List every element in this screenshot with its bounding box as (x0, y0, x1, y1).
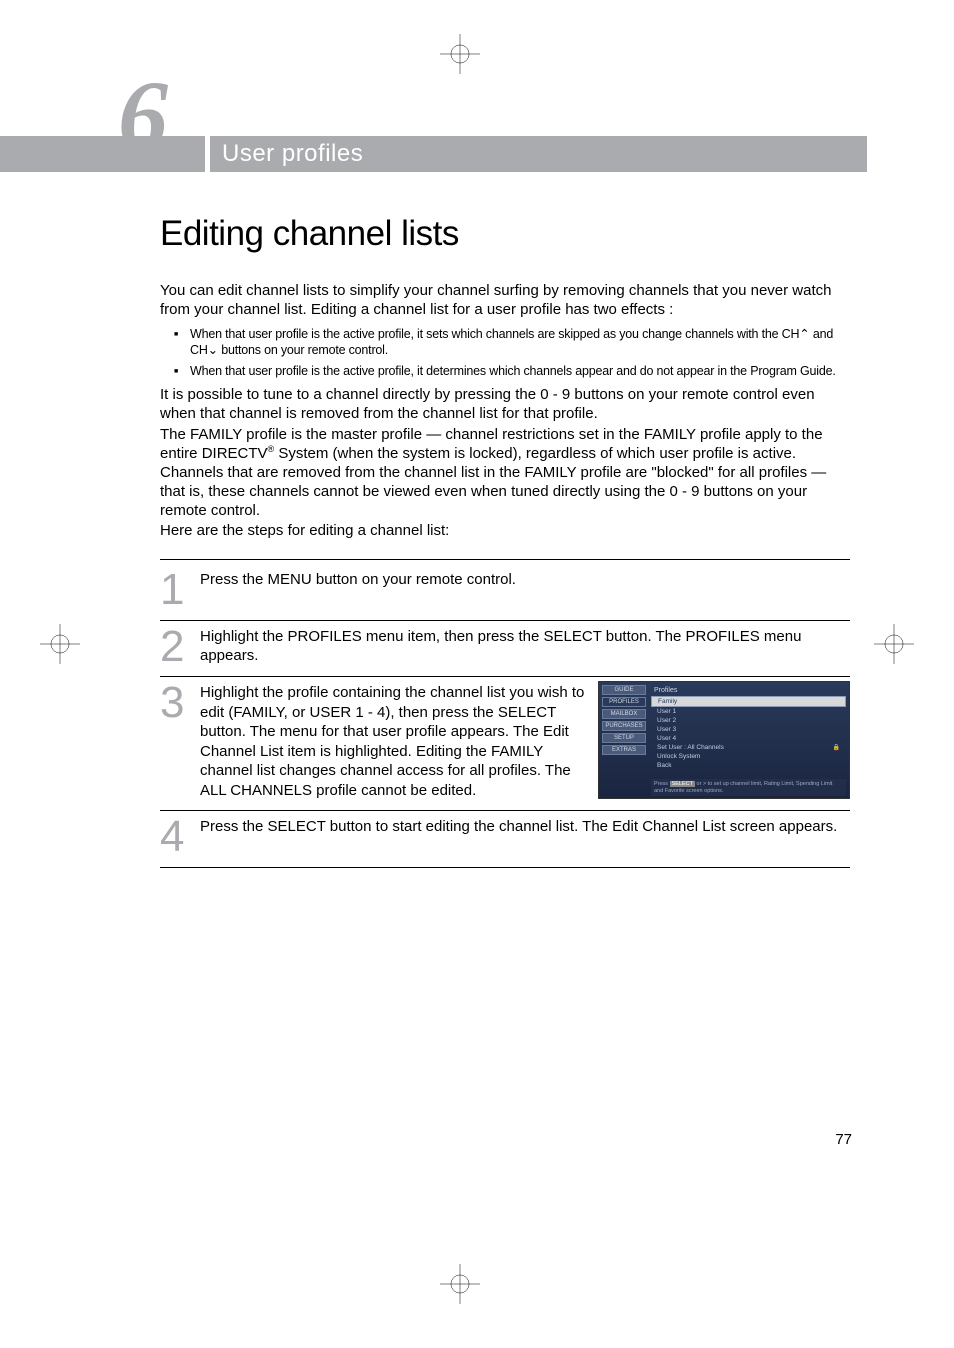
ss-tab-purchases: PURCHASES (602, 721, 646, 731)
section-heading: Editing channel lists (160, 214, 850, 254)
ss-footer-button: SELECT (670, 781, 695, 787)
chapter-title: User profiles (222, 140, 363, 168)
steps-list: 1 Press the MENU button on your remote c… (160, 559, 850, 868)
ss-tab-mailbox: MAILBOX (602, 709, 646, 719)
step-number: 1 (160, 568, 200, 610)
step-1: 1 Press the MENU button on your remote c… (160, 559, 850, 621)
step-text: Press the SELECT button to start editing… (200, 815, 850, 857)
step-number: 3 (160, 681, 200, 800)
step-number: 2 (160, 625, 200, 667)
ss-tab-extras: EXTRAS (602, 745, 646, 755)
step-2: 2 Highlight the PROFILES menu item, then… (160, 621, 850, 678)
ss-row-family: Family (651, 696, 846, 707)
step-text: Highlight the profile containing the cha… (200, 681, 586, 800)
step-3: 3 Highlight the profile containing the c… (160, 677, 850, 811)
ss-row-user2: User 2 (651, 716, 846, 725)
header-left-block (0, 136, 205, 172)
crop-mark-right (874, 624, 914, 664)
screenshot-menu: Profiles Family User 1 User 2 User 3 Use… (651, 685, 846, 770)
ss-header: Profiles (651, 685, 846, 696)
step-number: 4 (160, 815, 200, 857)
ss-footer-prefix: Press (654, 781, 670, 787)
ss-tab-profiles: PROFILES (602, 697, 646, 707)
crop-mark-top (440, 34, 480, 74)
screenshot-tabs: GUIDE PROFILES MAILBOX PURCHASES SETUP E… (602, 685, 646, 757)
chapter-header-bar: User profiles (0, 136, 954, 172)
page-number: 77 (835, 1131, 852, 1148)
effects-list: When that user profile is the active pro… (160, 326, 850, 381)
profiles-menu-screenshot: GUIDE PROFILES MAILBOX PURCHASES SETUP E… (598, 681, 850, 799)
ss-row-user3: User 3 (651, 725, 846, 734)
ss-row-user1: User 1 (651, 707, 846, 716)
ss-row-user4: User 4 (651, 734, 846, 743)
bullet-item: When that user profile is the active pro… (190, 363, 850, 380)
body-paragraph: Here are the steps for editing a channel… (160, 522, 850, 541)
page-content: Editing channel lists You can edit chann… (160, 214, 850, 868)
ss-row-setuser: Set User : All Channels 🔒 (651, 743, 846, 752)
ss-footer-hint: Press SELECT or > to set up channel limi… (651, 779, 846, 796)
ss-row-back: Back (651, 761, 846, 770)
step-4: 4 Press the SELECT button to start editi… (160, 811, 850, 868)
body-paragraph: It is possible to tune to a channel dire… (160, 386, 850, 424)
crop-mark-left (40, 624, 80, 664)
lock-icon: 🔒 (833, 744, 840, 751)
step-text: Press the MENU button on your remote con… (200, 568, 850, 610)
ss-row-unlock: Unlock System (651, 752, 846, 761)
bullet-item: When that user profile is the active pro… (190, 326, 850, 360)
ss-tab-setup: SETUP (602, 733, 646, 743)
ss-row-setuser-label: Set User : All Channels (657, 744, 724, 751)
crop-mark-bottom (440, 1264, 480, 1304)
step-text: Highlight the PROFILES menu item, then p… (200, 625, 850, 667)
body-paragraph: The FAMILY profile is the master profile… (160, 426, 850, 521)
intro-paragraph: You can edit channel lists to simplify y… (160, 282, 850, 320)
header-right-block: User profiles (210, 136, 867, 172)
ss-tab-guide: GUIDE (602, 685, 646, 695)
